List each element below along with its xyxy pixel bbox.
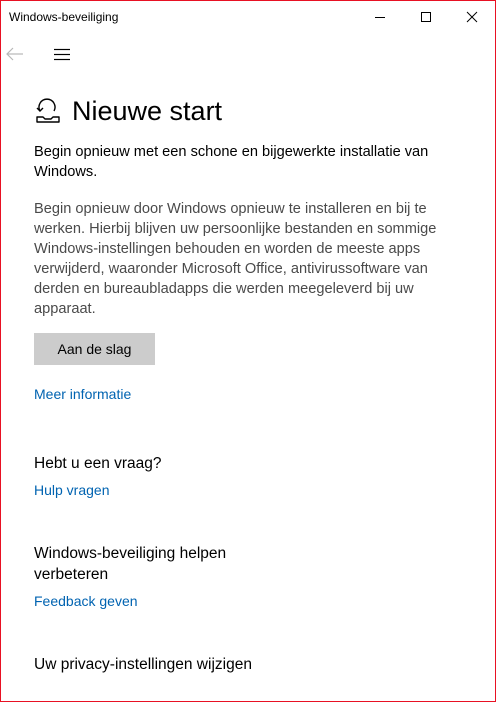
main-content: Nieuwe start Begin opnieuw met een schon…	[34, 89, 454, 675]
menu-button[interactable]	[47, 39, 77, 69]
scrollbar[interactable]	[483, 33, 495, 701]
feedback-link[interactable]: Feedback geven	[34, 593, 454, 609]
close-icon	[466, 11, 478, 23]
hamburger-menu-icon	[54, 48, 70, 61]
get-started-button[interactable]: Aan de slag	[34, 333, 155, 365]
window-title: Windows-beveiliging	[9, 10, 119, 24]
more-info-link[interactable]: Meer informatie	[34, 386, 454, 402]
fresh-start-icon	[34, 97, 62, 125]
minimize-button[interactable]	[357, 1, 403, 33]
privacy-heading: Uw privacy-instellingen wijzigen	[34, 656, 252, 673]
app-window: Windows-beveiliging Nieuwe start Begin o…	[0, 0, 496, 702]
get-help-link[interactable]: Hulp vragen	[34, 482, 454, 498]
question-heading: Hebt u een vraag?	[34, 455, 162, 472]
page-title: Nieuwe start	[72, 95, 223, 126]
improve-heading: Windows-beveiliging helpen verbeteren	[34, 545, 227, 583]
title-bar[interactable]: Windows-beveiliging	[1, 1, 495, 33]
page-heading: Nieuwe start	[34, 89, 454, 133]
maximize-button[interactable]	[403, 1, 449, 33]
back-arrow-icon	[6, 47, 23, 61]
minimize-icon	[375, 17, 385, 18]
close-button[interactable]	[449, 1, 495, 33]
page-subtitle: Begin opnieuw met een schone en bijgewer…	[34, 144, 429, 180]
page-description: Begin opnieuw door Windows opnieuw te in…	[34, 201, 437, 317]
maximize-icon	[421, 12, 431, 22]
back-button[interactable]	[1, 39, 31, 69]
